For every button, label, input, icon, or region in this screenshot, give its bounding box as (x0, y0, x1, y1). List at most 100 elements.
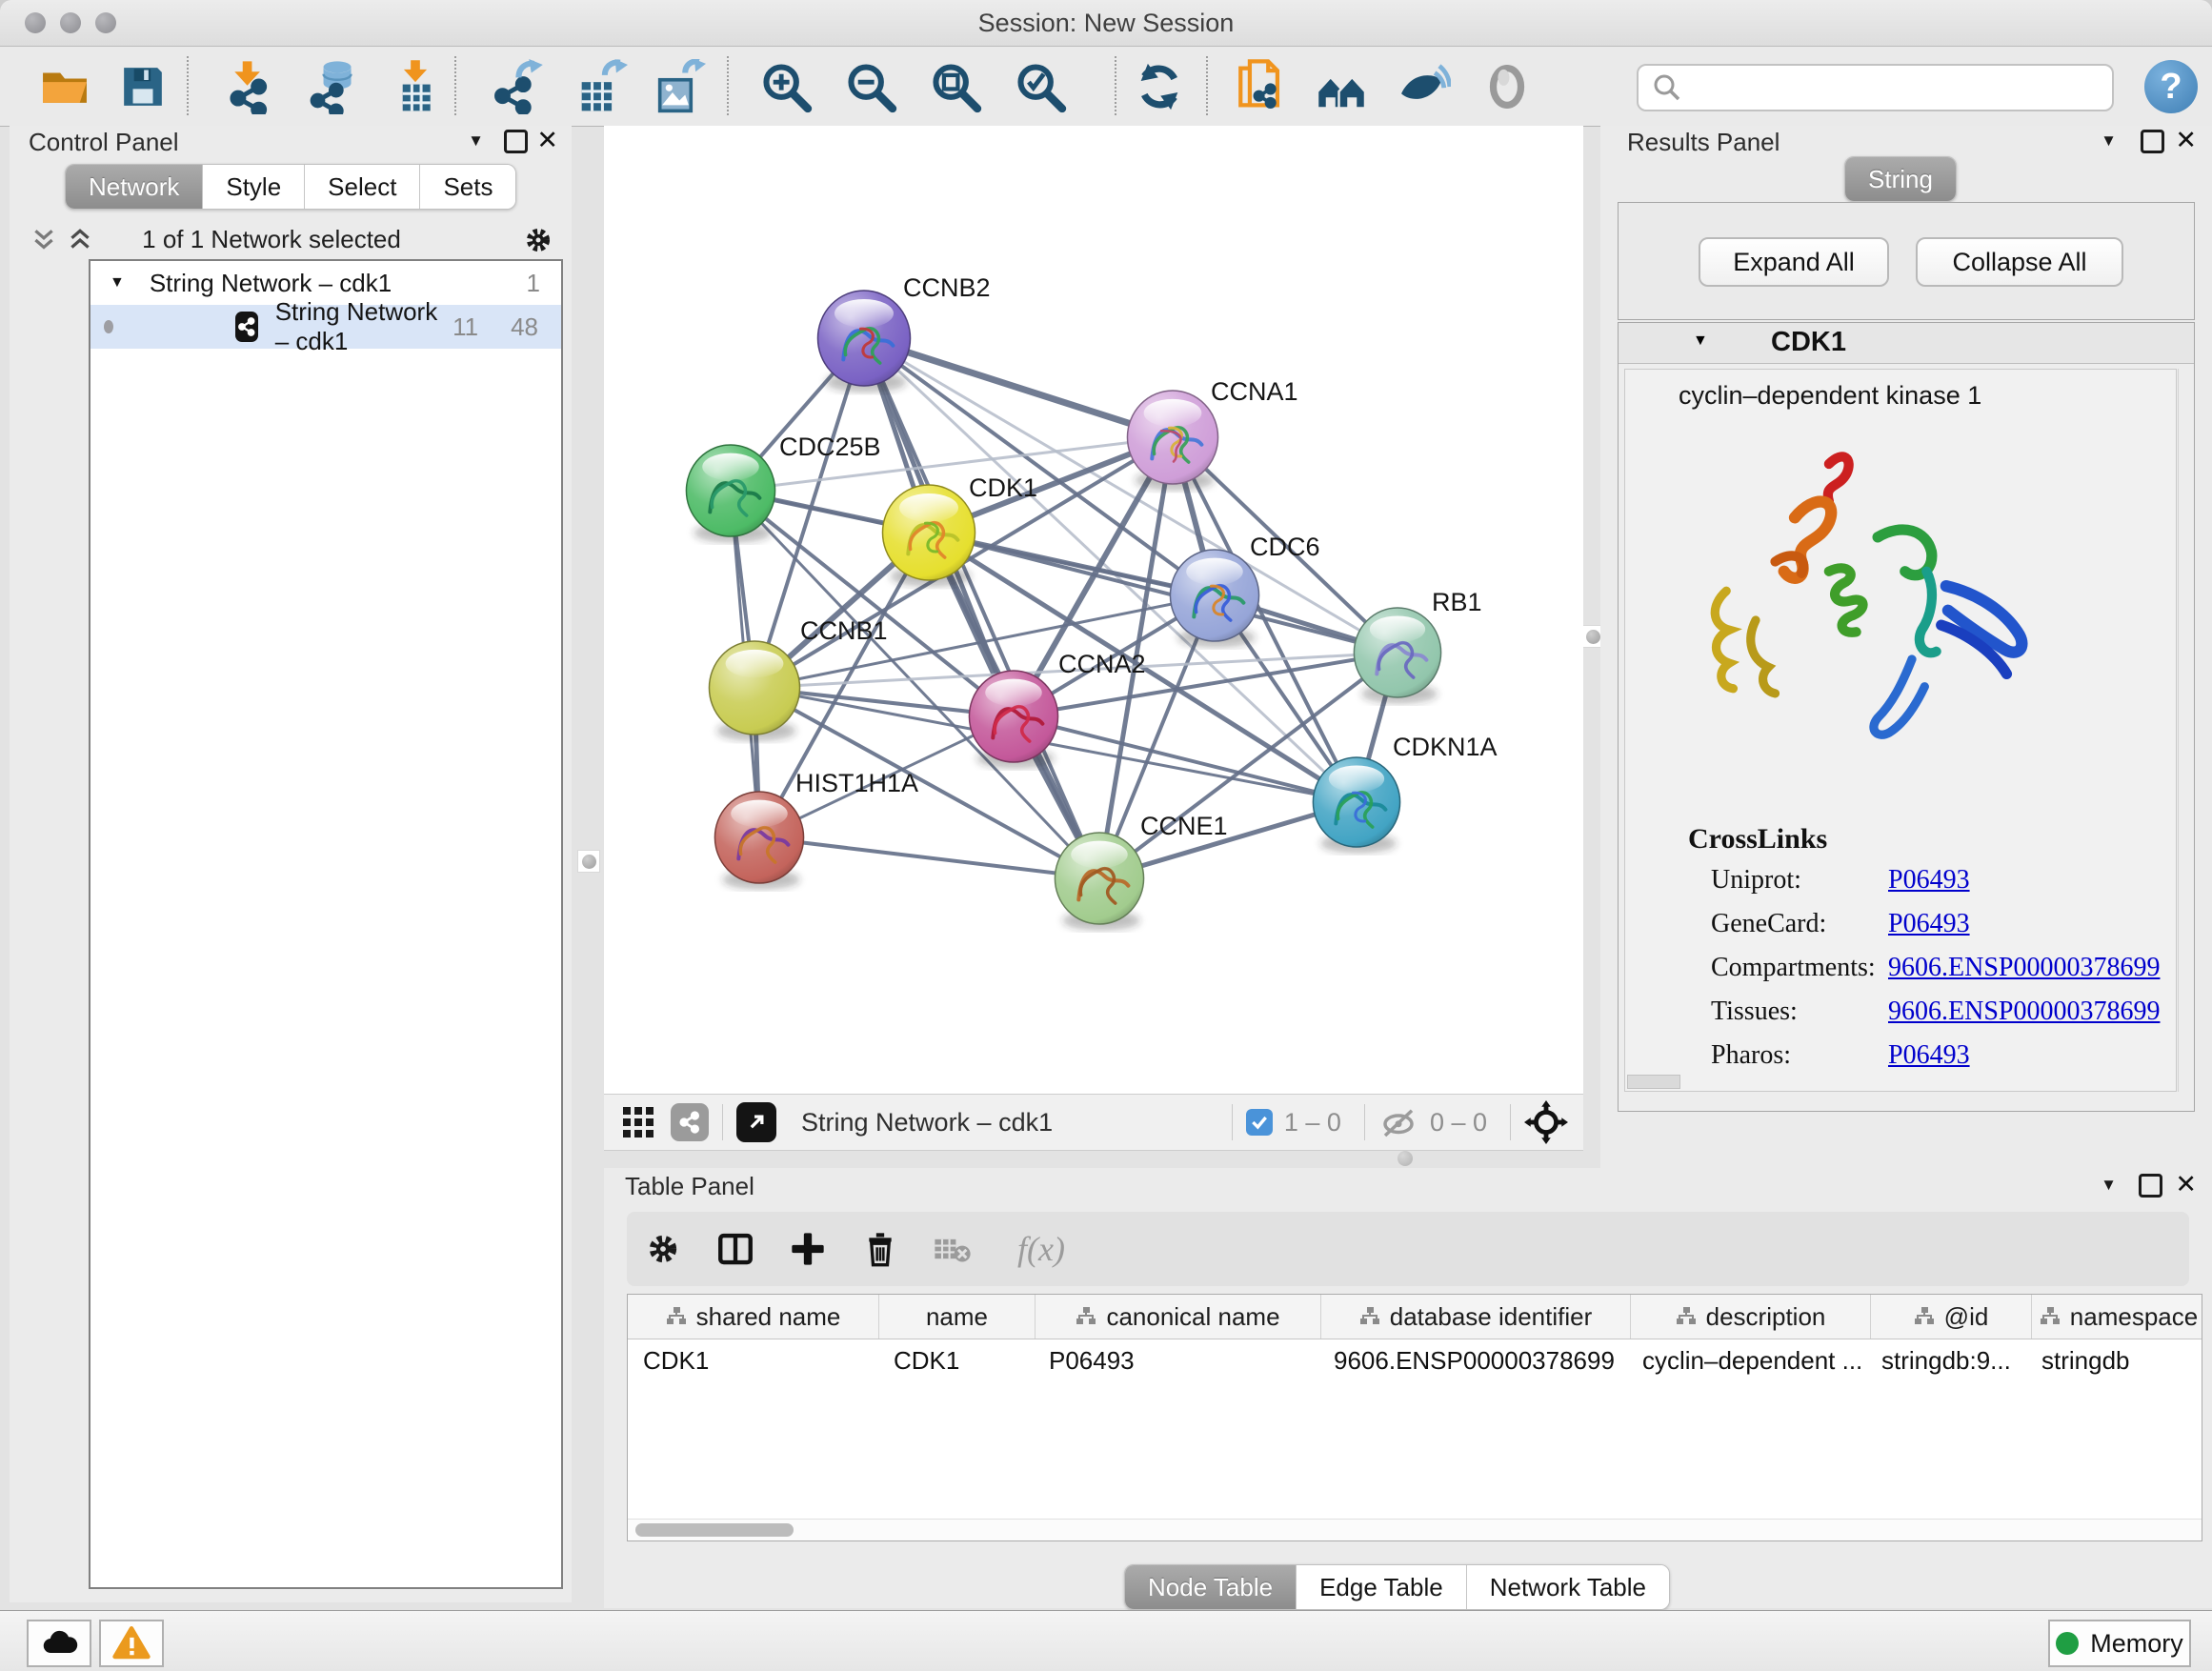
network-canvas[interactable]: CCNB2CCNA1CDC25BCDK1CDC6RB1CCNB1CCNA2CDK… (604, 126, 1583, 1094)
node-table[interactable]: shared namename canonical name database … (627, 1294, 2202, 1541)
export-table-button[interactable] (570, 56, 631, 117)
network-view-icon[interactable] (671, 1103, 709, 1141)
selected-checkbox[interactable] (1246, 1109, 1273, 1136)
delete-column-button[interactable] (844, 1230, 916, 1268)
network-node-CCNE1[interactable]: CCNE1 (1055, 812, 1227, 931)
search-field[interactable] (1637, 64, 2114, 111)
column-header-namespace[interactable]: namespace (2032, 1295, 2202, 1339)
network-edge[interactable] (929, 533, 1398, 653)
delete-table-button[interactable] (916, 1228, 989, 1270)
crosslink-link[interactable]: P06493 (1888, 909, 1970, 938)
crosslink-link[interactable]: P06493 (1888, 1040, 1970, 1070)
column-header-shared-name[interactable]: shared name (628, 1295, 879, 1339)
tab-select[interactable]: Select (305, 165, 420, 209)
open-session-button[interactable] (34, 56, 95, 117)
network-node-HIST1H1A[interactable]: HIST1H1A (714, 769, 918, 890)
crosslink-link[interactable]: 9606.ENSP00000378699 (1888, 953, 2160, 982)
column-header-canonical-name[interactable]: canonical name (1036, 1295, 1321, 1339)
birds-eye-view-button[interactable] (736, 1102, 776, 1142)
panel-float-button[interactable] (504, 130, 528, 153)
zoom-selected-button[interactable] (1010, 56, 1071, 117)
table-row[interactable]: CDK1CDK1P064939606.ENSP00000378699cyclin… (628, 1339, 2202, 1381)
collapse-all-button[interactable]: Collapse All (1916, 237, 2123, 287)
pan-crosshair-icon[interactable] (1524, 1100, 1568, 1144)
tab-node-table[interactable]: Node Table (1125, 1565, 1297, 1609)
help-button[interactable]: ? (2144, 60, 2198, 113)
network-graph[interactable]: CCNB2CCNA1CDC25BCDK1CDC6RB1CCNB1CCNA2CDK… (604, 126, 1583, 1094)
horizontal-scrollbar[interactable] (628, 1519, 2202, 1540)
memory-button[interactable]: Memory (2048, 1620, 2191, 1667)
crosslink-link[interactable]: 9606.ENSP00000378699 (1888, 997, 2160, 1026)
table-cell[interactable]: stringdb (2026, 1339, 2200, 1381)
network-node-CCNB1[interactable]: CCNB1 (709, 616, 887, 741)
table-cell[interactable]: 9606.ENSP00000378699 (1318, 1339, 1627, 1381)
hide-style-button[interactable] (1393, 56, 1454, 117)
add-column-button[interactable] (772, 1230, 844, 1268)
network-node-CDKN1A[interactable]: CDKN1A (1313, 733, 1497, 853)
column-header-description[interactable]: description (1631, 1295, 1871, 1339)
show-columns-button[interactable] (699, 1229, 772, 1269)
show-all-networks-button[interactable] (1311, 56, 1372, 117)
section-caret-icon[interactable]: ▼ (1693, 332, 1708, 350)
table-cell[interactable]: cyclin–dependent ... (1627, 1339, 1866, 1381)
table-cell[interactable]: CDK1 (628, 1339, 878, 1381)
panel-close-button[interactable]: ✕ (2175, 128, 2197, 153)
panel-close-button[interactable]: ✕ (2175, 1172, 2197, 1198)
left-splitter-handle[interactable] (577, 850, 600, 873)
column-header--id[interactable]: @id (1871, 1295, 2032, 1339)
network-node-CDC6[interactable]: CDC6 (1170, 533, 1319, 648)
zoom-fit-button[interactable] (925, 56, 986, 117)
save-session-button[interactable] (112, 56, 173, 117)
panel-float-button[interactable] (2139, 1174, 2162, 1198)
network-node-CDC25B[interactable]: CDC25B (686, 433, 880, 543)
grid-view-icon[interactable] (621, 1105, 655, 1139)
network-row-selected[interactable]: String Network – cdk1 11 48 (90, 305, 561, 349)
network-node-RB1[interactable]: RB1 (1354, 588, 1481, 703)
bottom-splitter-handle[interactable] (1398, 1151, 1413, 1166)
results-scrollbar-track[interactable] (2178, 369, 2190, 1092)
panel-menu-button[interactable]: ▼ (2101, 131, 2117, 151)
gear-icon[interactable] (522, 224, 554, 256)
table-cell[interactable]: P06493 (1034, 1339, 1318, 1381)
network-edge[interactable] (759, 837, 1099, 878)
export-image-button[interactable] (648, 56, 709, 117)
scrollbar-thumb[interactable] (635, 1523, 794, 1537)
crosslink-link[interactable]: P06493 (1888, 865, 1970, 895)
panel-menu-button[interactable]: ▼ (468, 131, 484, 151)
zoom-in-button[interactable] (755, 56, 816, 117)
tree-caret-icon[interactable]: ▼ (110, 274, 125, 292)
tab-string[interactable]: String (1845, 157, 1956, 201)
network-edge[interactable] (864, 338, 1173, 437)
tab-sets[interactable]: Sets (420, 165, 515, 209)
import-network-file-button[interactable] (219, 56, 280, 117)
table-cell[interactable]: CDK1 (878, 1339, 1034, 1381)
function-builder-button[interactable]: f(x) (989, 1229, 1094, 1269)
expand-all-button[interactable]: Expand All (1699, 237, 1889, 287)
import-network-database-button[interactable] (301, 56, 362, 117)
table-cell[interactable]: stringdb:9... (1866, 1339, 2026, 1381)
table-settings-button[interactable] (627, 1230, 699, 1268)
mini-scrollbar[interactable] (1627, 1075, 1680, 1089)
import-table-button[interactable] (385, 56, 446, 117)
tab-style[interactable]: Style (203, 165, 305, 209)
show-hide-panel-button[interactable] (1477, 56, 1538, 117)
tab-network[interactable]: Network (66, 165, 203, 209)
cloud-status-button[interactable] (27, 1620, 91, 1667)
panel-float-button[interactable] (2141, 130, 2164, 153)
export-network-button[interactable] (486, 56, 547, 117)
search-input[interactable] (1692, 69, 2112, 107)
crosslink-row: Tissues:9606.ENSP00000378699 (1711, 997, 2160, 1027)
protein-section-header[interactable]: ▼ CDK1 (1619, 323, 2194, 364)
refresh-styles-button[interactable] (1129, 56, 1190, 117)
zoom-out-button[interactable] (840, 56, 901, 117)
export-image-icon (651, 59, 706, 114)
panel-close-button[interactable]: ✕ (536, 128, 558, 153)
tab-edge-table[interactable]: Edge Table (1297, 1565, 1467, 1609)
network-from-document-button[interactable] (1231, 56, 1292, 117)
crosslink-row: Uniprot:P06493 (1711, 865, 1970, 896)
tab-network-table[interactable]: Network Table (1467, 1565, 1669, 1609)
column-header-database-identifier[interactable]: database identifier (1321, 1295, 1631, 1339)
panel-menu-button[interactable]: ▼ (2101, 1176, 2117, 1195)
warnings-button[interactable] (99, 1620, 164, 1667)
column-header-name[interactable]: name (879, 1295, 1036, 1339)
